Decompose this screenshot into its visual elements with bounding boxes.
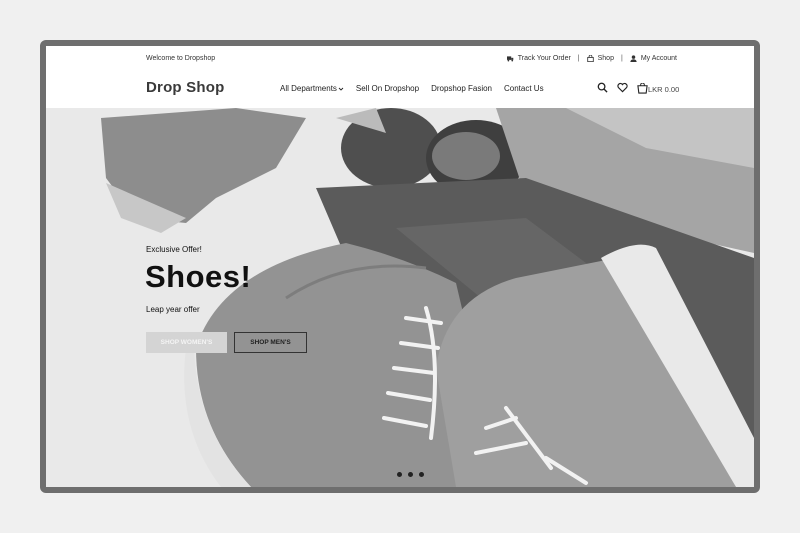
shop-women-button[interactable]: SHOP WOMEN'S — [146, 332, 227, 353]
nav-all-departments[interactable]: All Departments — [280, 84, 344, 93]
shop-label: Shop — [597, 55, 614, 62]
main-header: Drop Shop All Departments Sell On Dropsh… — [46, 72, 754, 108]
slider-dots — [397, 472, 424, 477]
shop-men-button[interactable]: SHOP MEN'S — [234, 332, 307, 353]
separator: | — [577, 55, 580, 62]
main-nav: All Departments Sell On Dropshop Dropsho… — [280, 84, 556, 93]
track-order-link[interactable]: Track Your Order — [506, 55, 571, 62]
nav-contact-us[interactable]: Contact Us — [504, 84, 544, 93]
shop-link[interactable]: Shop — [586, 55, 614, 62]
site-logo[interactable]: Drop Shop — [146, 79, 224, 96]
nav-label: All Departments — [280, 84, 337, 93]
separator: | — [620, 55, 623, 62]
browser-viewport: Welcome to Dropshop Track Your Order | S… — [46, 46, 754, 487]
my-account-link[interactable]: My Account — [630, 55, 677, 62]
cart-amount: LKR 0.00 — [648, 85, 680, 94]
nav-sell-on-dropshop[interactable]: Sell On Dropshop — [356, 84, 419, 93]
track-order-label: Track Your Order — [517, 55, 571, 62]
hero-image — [101, 108, 754, 487]
my-account-label: My Account — [640, 55, 677, 62]
hero-subtitle: Leap year offer — [146, 305, 200, 314]
cart-icon — [637, 83, 648, 94]
heart-icon[interactable] — [617, 82, 628, 93]
logo-text: Drop Shop — [146, 79, 225, 96]
truck-icon — [506, 56, 514, 62]
slider-dot[interactable] — [397, 472, 402, 477]
user-icon — [630, 55, 637, 62]
top-bar: Welcome to Dropshop Track Your Order | S… — [46, 46, 754, 72]
hero-kicker: Exclusive Offer! — [146, 245, 202, 254]
nav-dropshop-fasion[interactable]: Dropshop Fasion — [431, 84, 492, 93]
search-icon[interactable] — [597, 82, 608, 93]
bag-icon — [586, 55, 594, 62]
hero-headline: Shoes! — [145, 259, 252, 294]
cart-button[interactable]: LKR 0.00 — [637, 81, 679, 94]
header-actions: LKR 0.00 — [597, 81, 679, 94]
slider-dot[interactable] — [408, 472, 413, 477]
welcome-text: Welcome to Dropshop — [146, 55, 216, 62]
hero-banner: Exclusive Offer! Shoes! Leap year offer … — [46, 108, 754, 487]
chevron-down-icon — [338, 87, 344, 91]
top-links: Track Your Order | Shop | My Account — [506, 55, 677, 62]
slider-dot[interactable] — [419, 472, 424, 477]
